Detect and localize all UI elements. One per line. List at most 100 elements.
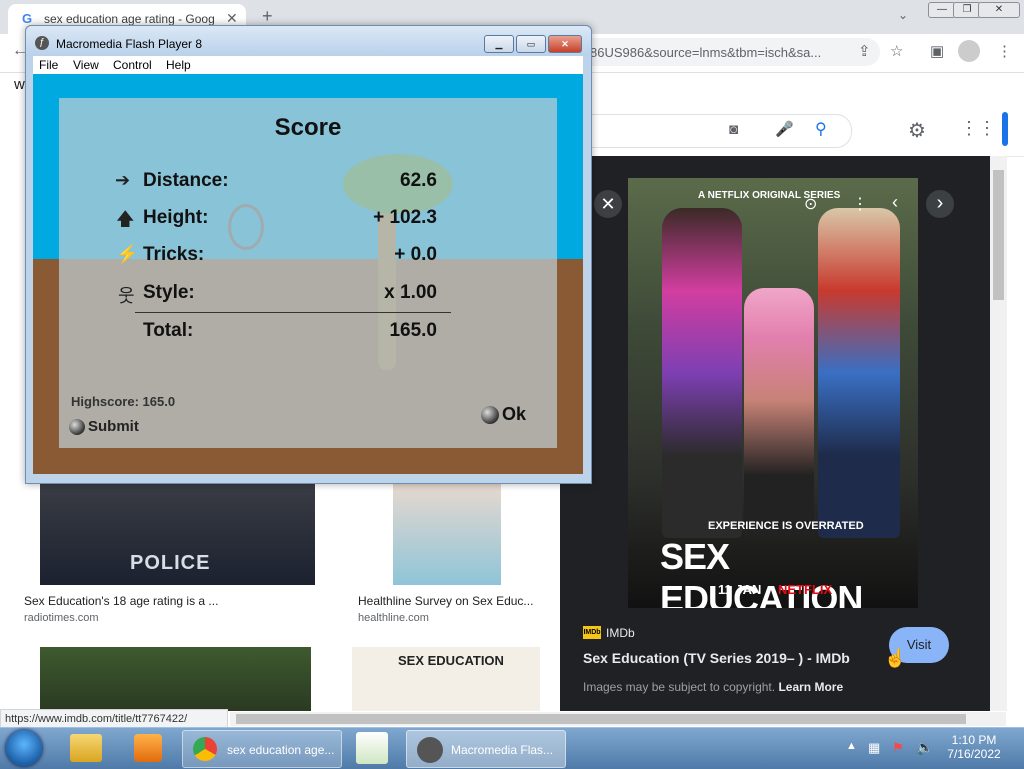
search-icon[interactable]: ⚲ (815, 119, 827, 139)
score-panel: Score ➔ Distance: 62.6 🡅 Height: + 102.3… (59, 98, 557, 448)
vertical-scroll-thumb[interactable] (993, 170, 1004, 300)
poster-figure (662, 208, 742, 538)
result-thumb-healthline[interactable] (393, 482, 501, 585)
flash-app-icon: ƒ (35, 36, 49, 50)
police-text: POLICE (130, 552, 211, 574)
close-preview-icon[interactable]: ✕ (594, 190, 622, 218)
profile-avatar[interactable] (958, 40, 980, 62)
menu-file[interactable]: File (39, 58, 58, 72)
preview-title-link[interactable]: Sex Education (TV Series 2019– ) - IMDb (583, 650, 850, 666)
learn-more-link[interactable]: Learn More (778, 680, 843, 694)
media-player-icon[interactable] (134, 734, 162, 762)
more-options-icon[interactable]: ⋮ (852, 194, 868, 214)
imdb-favicon-icon: IMDb (583, 626, 601, 639)
tab-title: sex education age rating - Goog (44, 12, 215, 26)
result-caption[interactable]: Healthline Survey on Sex Educ... (358, 594, 533, 608)
distance-value: 62.6 (400, 170, 437, 191)
result-source: healthline.com (358, 612, 429, 624)
taskbar-flash-button[interactable]: Macromedia Flas... (406, 730, 566, 768)
ok-button[interactable]: Ok (481, 404, 526, 425)
poster-top-text: A NETFLIX ORIGINAL SERIES (698, 190, 841, 201)
flash-minimize-button[interactable]: ▁ (484, 35, 514, 53)
ok-label: Ok (502, 404, 527, 424)
hand-cursor-icon: ☝ (884, 648, 907, 668)
close-window-button[interactable]: ✕ (978, 2, 1020, 18)
preview-site-name: IMDb (606, 626, 635, 640)
arrow-right-icon: ➔ (115, 170, 131, 190)
search-box[interactable]: ◙ 🎤 ⚲ (560, 114, 852, 148)
poster-tagline: EXPERIENCE IS OVERRATED (708, 520, 864, 532)
file-explorer-icon[interactable] (70, 734, 102, 762)
settings-gear-icon[interactable]: ⚙ (908, 118, 926, 143)
system-clock[interactable]: 1:10 PM 7/16/2022 (944, 733, 1004, 761)
highscore-text: Highscore: 165.0 (71, 394, 176, 409)
total-divider (135, 312, 451, 313)
lens-icon[interactable]: ⊙ (804, 194, 817, 214)
flash-maximize-button[interactable]: ▭ (516, 35, 546, 53)
taskbar-chrome-label: sex education age... (227, 743, 335, 757)
menu-help[interactable]: Help (166, 58, 191, 72)
copyright-text: Images may be subject to copyright. (583, 680, 776, 694)
style-label: Style: (143, 282, 195, 303)
taskbar-chrome-button[interactable]: sex education age... (182, 730, 342, 768)
prev-image-icon[interactable]: ‹ (892, 192, 898, 213)
result-thumb-police[interactable]: POLICE (40, 482, 315, 585)
show-hidden-icons-icon[interactable]: ▲ (846, 740, 857, 752)
tricks-value: + 0.0 (394, 244, 437, 265)
style-icon: 웃 (118, 286, 135, 306)
side-panel-icon[interactable]: ▣ (930, 42, 944, 60)
menu-control[interactable]: Control (113, 58, 152, 72)
poster-date: 11 JAN (718, 582, 762, 597)
arrow-up-icon: 🡅 (116, 209, 135, 229)
network-icon[interactable]: ▦ (868, 740, 880, 756)
preview-poster-image[interactable]: A NETFLIX ORIGINAL SERIES EXPERIENCE IS … (628, 178, 918, 608)
tricks-icon: ⚡ (116, 244, 139, 264)
submit-label: Submit (88, 418, 139, 435)
partial-text: w (14, 76, 25, 93)
start-button[interactable] (6, 730, 42, 766)
distance-label: Distance: (143, 170, 229, 191)
new-tab-icon[interactable]: + (262, 6, 273, 27)
flash-player-window: ƒ Macromedia Flash Player 8 ▁ ▭ ✕ File V… (25, 25, 592, 484)
restore-window-button[interactable]: ❐ (953, 2, 981, 18)
camera-icon[interactable]: ◙ (729, 121, 738, 138)
minimize-window-button[interactable]: — (928, 2, 956, 18)
menu-dots-icon[interactable]: ⋮ (997, 42, 1012, 60)
result-thumb-forest[interactable] (40, 647, 311, 711)
style-value: x 1.00 (384, 282, 437, 303)
tab-search-chevron-icon[interactable]: ⌄ (898, 8, 908, 22)
poster-title: SEX EDUCATION (660, 536, 863, 608)
volume-icon[interactable]: 🔈 (916, 739, 933, 756)
flash-close-button[interactable]: ✕ (548, 35, 582, 53)
menu-view[interactable]: View (73, 58, 99, 72)
netflix-logo: NETFLIX (778, 582, 833, 597)
chrome-icon (193, 737, 217, 761)
spreadsheet-app-icon[interactable] (356, 732, 388, 764)
book-title-text: SEX EDUCATION (398, 653, 504, 668)
bookmark-star-icon[interactable]: ☆ (890, 42, 903, 60)
flash-titlebar[interactable]: ƒ Macromedia Flash Player 8 ▁ ▭ ✕ (26, 26, 591, 56)
horizontal-scroll-thumb[interactable] (236, 714, 966, 724)
share-icon[interactable]: ⇪ (858, 42, 871, 60)
ok-ball-icon (481, 406, 499, 425)
clock-date: 7/16/2022 (947, 747, 1001, 761)
result-caption[interactable]: Sex Education's 18 age rating is a ... (24, 594, 218, 608)
flash-window-title: Macromedia Flash Player 8 (56, 37, 203, 51)
next-image-icon[interactable]: › (926, 190, 954, 218)
address-bar-url: 86US986&source=lnms&tbm=isch&sa... (590, 45, 822, 60)
tricks-label: Tricks: (143, 244, 205, 265)
result-thumb-book[interactable]: SEX EDUCATION (352, 647, 540, 711)
apps-grid-icon[interactable]: ⋮⋮ (960, 118, 996, 139)
poster-figure (818, 208, 900, 538)
taskbar-flash-label: Macromedia Flas... (451, 743, 554, 757)
flash-game-stage[interactable]: Score ➔ Distance: 62.6 🡅 Height: + 102.3… (33, 74, 583, 474)
total-value: 165.0 (389, 320, 437, 341)
height-label: Height: (143, 207, 209, 228)
sign-in-button-edge[interactable] (1002, 112, 1008, 146)
submit-button[interactable]: Submit (69, 418, 139, 436)
mic-icon[interactable]: 🎤 (775, 120, 794, 138)
submit-ball-icon (69, 419, 85, 436)
google-favicon-icon: G (21, 11, 33, 26)
height-value: + 102.3 (373, 207, 437, 228)
action-center-icon[interactable]: ⚑ (892, 740, 904, 756)
